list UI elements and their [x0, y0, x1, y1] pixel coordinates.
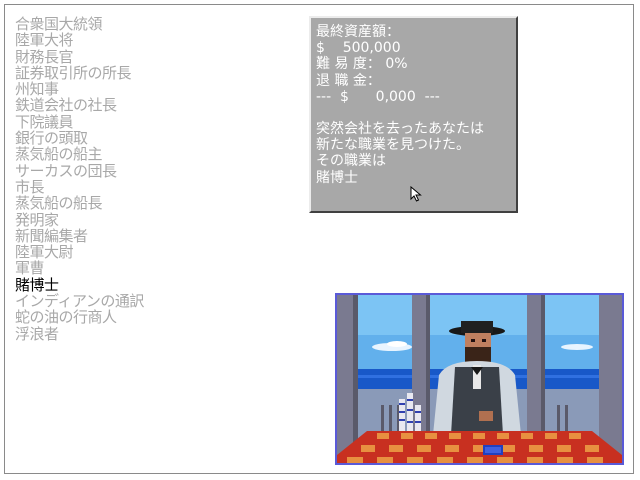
career-item: 蛇の油の行商人 [15, 308, 117, 327]
assets-value: $ 500,000 [316, 40, 401, 57]
career-item: 浮浪者 [15, 324, 59, 343]
career-item: 合衆国大統領 [15, 15, 103, 33]
career-item: 銀行の頭取 [15, 129, 88, 148]
career-item: 発明家 [15, 210, 59, 229]
career-item: 軍曹 [15, 259, 45, 278]
career-item: 鉄道会社の社長 [15, 96, 117, 115]
career-item: 州知事 [15, 80, 59, 99]
career-item: 証券取引所の所長 [15, 63, 132, 82]
career-item: 賭博士 [15, 275, 59, 294]
career-item: 下院議員 [15, 112, 74, 131]
message-line-1: 突然会社を去ったあなたは [316, 120, 484, 137]
arrow-pointer-icon [410, 185, 422, 206]
career-item: 財務長官 [15, 47, 74, 66]
career-item: サーカスの団長 [15, 161, 117, 180]
message-line-2: 新たな職業を見つけた。 [316, 137, 470, 154]
career-item: インディアンの通訳 [15, 292, 144, 311]
retirement-value: --- $ 0,000 --- [316, 88, 440, 105]
message-line-3: その職業は [316, 153, 386, 170]
message-line-4: 賭博士 [316, 169, 358, 186]
career-list: 合衆国大統領 陸軍大将 財務長官 証券取引所の所長 州知事 鉄道会社の社長 下院議員 銀行の頭… [15, 16, 144, 342]
retirement-label: 退 職 金： [316, 72, 381, 89]
difficulty-readout: 難 易 度： 0% [316, 56, 408, 73]
career-item: 蒸気船の船主 [15, 145, 103, 164]
gambler-portrait [335, 293, 624, 465]
career-item: 陸軍大尉 [15, 243, 74, 262]
career-item: 陸軍大将 [15, 31, 74, 50]
career-item: 新聞編集者 [15, 226, 88, 245]
career-item: 蒸気船の船長 [15, 194, 103, 213]
career-item: 市長 [15, 177, 45, 196]
result-panel: 最終資産額： $ 500,000 難 易 度： 0% 退 職 金： --- $ … [309, 16, 518, 213]
assets-label: 最終資産額： [316, 24, 400, 40]
